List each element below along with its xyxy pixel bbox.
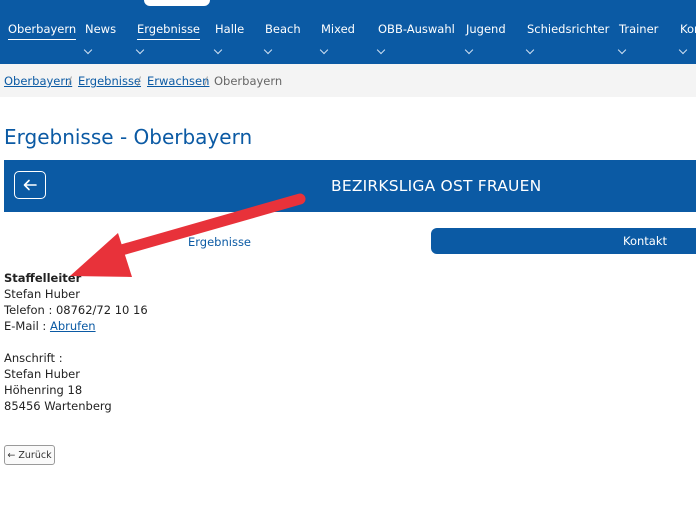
league-title: BEZIRKSLIGA OST FRAUEN [331, 177, 542, 195]
back-button[interactable]: ← Zurück [4, 445, 55, 465]
nav-item-mixed[interactable]: Mixed [319, 22, 355, 62]
banner-back-button[interactable] [14, 171, 46, 199]
nav-item-oberbayern[interactable]: Oberbayern [8, 22, 77, 62]
chevron-down-icon [319, 45, 329, 55]
nav-label: OBB-Auswahl [378, 22, 455, 36]
breadcrumb-separator: / [68, 74, 72, 88]
chevron-down-icon [376, 45, 386, 55]
chevron-down-icon [525, 45, 535, 55]
breadcrumb-link-ergebnisse[interactable]: Ergebnisse [78, 74, 141, 88]
tab-notch [144, 0, 210, 6]
nav-label: Oberbayern [8, 22, 77, 40]
nav-label: Beach [265, 22, 301, 36]
main-navigation: Oberbayern News Ergebnisse Halle Beach M… [0, 0, 696, 64]
nav-item-beach[interactable]: Beach [263, 22, 301, 62]
address-city: 85456 Wartenberg [4, 399, 112, 413]
chevron-down-icon [135, 45, 145, 55]
breadcrumb-current: Oberbayern [214, 74, 283, 88]
email-label: E-Mail : [4, 319, 47, 333]
contact-heading: Staffelleiter [4, 271, 82, 285]
nav-label: Ergebnisse [137, 22, 201, 40]
chevron-down-icon [464, 45, 474, 55]
contact-email-row: E-Mail : Abrufen [4, 318, 148, 334]
breadcrumb-link-oberbayern[interactable]: Oberbayern [4, 74, 72, 88]
nav-label: Jugend [466, 22, 506, 36]
contact-phone: Telefon : 08762/72 10 16 [4, 303, 148, 317]
contact-info: Staffelleiter Stefan Huber Telefon : 087… [4, 270, 148, 414]
address-label: Anschrift : [4, 351, 63, 365]
contact-name: Stefan Huber [4, 287, 80, 301]
tab-ergebnisse[interactable]: Ergebnisse [188, 235, 251, 249]
nav-item-schiedsrichter[interactable]: Schiedsrichter [525, 22, 610, 62]
arrow-left-icon [23, 179, 37, 191]
chevron-down-icon [263, 45, 273, 55]
address-street: Höhenring 18 [4, 383, 83, 397]
nav-label: Kon [680, 22, 696, 36]
league-banner: BEZIRKSLIGA OST FRAUEN [4, 160, 696, 212]
nav-item-kontakt[interactable]: Kon [678, 22, 696, 62]
email-link[interactable]: Abrufen [50, 319, 96, 333]
nav-label: Schiedsrichter [527, 22, 610, 36]
nav-label: Mixed [321, 22, 355, 36]
nav-item-jugend[interactable]: Jugend [464, 22, 506, 62]
page-title: Ergebnisse - Oberbayern [4, 125, 253, 149]
tab-kontakt[interactable]: Kontakt [431, 228, 696, 254]
breadcrumb-separator: / [137, 74, 141, 88]
breadcrumb-link-erwachsen[interactable]: Erwachsen [147, 74, 209, 88]
nav-label: Trainer [619, 22, 659, 36]
nav-label: Halle [215, 22, 245, 36]
nav-label: News [85, 22, 117, 36]
chevron-down-icon [83, 45, 93, 55]
chevron-down-icon [617, 45, 627, 55]
chevron-down-icon [678, 45, 688, 55]
tab-kontakt-label: Kontakt [623, 234, 668, 248]
chevron-down-icon [213, 45, 223, 55]
nav-item-news[interactable]: News [83, 22, 117, 62]
address-name: Stefan Huber [4, 367, 80, 381]
breadcrumb: Oberbayern / Ergebnisse / Erwachsen / Ob… [0, 64, 696, 97]
nav-item-obb-auswahl[interactable]: OBB-Auswahl [376, 22, 455, 62]
nav-item-halle[interactable]: Halle [213, 22, 245, 62]
breadcrumb-separator: / [204, 74, 208, 88]
nav-item-ergebnisse[interactable]: Ergebnisse [135, 22, 201, 62]
nav-item-trainer[interactable]: Trainer [617, 22, 659, 62]
